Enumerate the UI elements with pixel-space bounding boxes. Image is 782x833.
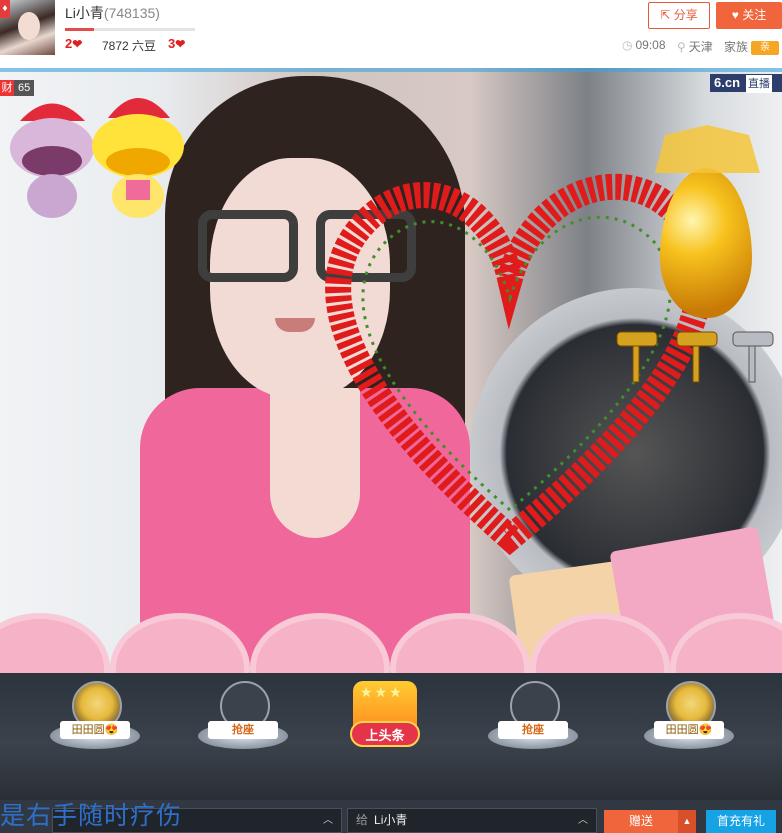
chat-marquee: 是右手随时疗伤 [0, 801, 183, 830]
share-label: 分享 [673, 8, 698, 22]
host-name: Li小青(748135) [65, 3, 160, 23]
first-recharge-button[interactable]: 首充有礼 [706, 810, 776, 833]
host-level-next: 3❤ [168, 36, 185, 51]
family-label: 家族 [724, 40, 749, 54]
hammers-icon[interactable] [615, 326, 775, 386]
clock-icon: ◷ [622, 38, 633, 52]
pink-cow-sticker [10, 103, 94, 218]
host-city: ⚲ 天津 [677, 38, 713, 55]
stars-icon: ★★★ [360, 685, 404, 701]
share-button[interactable]: ⇱ 分享 [648, 2, 710, 29]
family-badge: 亲 [751, 40, 780, 55]
recipient-prefix: 给 [356, 813, 369, 827]
follow-button[interactable]: ♥ 关注 [716, 2, 782, 29]
host-city-value: 天津 [688, 40, 713, 54]
chevron-down-icon: ︿ [578, 815, 588, 826]
video-stream[interactable]: 6.cn 直播 财 65 [0, 68, 782, 673]
host-family[interactable]: 家族亲 [724, 38, 780, 55]
send-gift-button[interactable]: 赠送 ▲ [604, 810, 696, 833]
host-level-current: 2❤ [65, 36, 82, 51]
live-tag: 直播 [746, 75, 773, 93]
live-room-page: ♦ Li小青(748135) 2❤ 7872 六豆 3❤ ⇱ 分享 ♥ 关注 ◷… [0, 0, 782, 833]
share-icon: ⇱ [660, 8, 671, 22]
site-logo: 6.cn 直播 [710, 74, 782, 93]
glasses-lens-left [198, 210, 298, 282]
seat-bar: 田田圆😍 抢座 ★★★ 上头条 抢座 田田圆😍 [0, 673, 782, 800]
send-gift-label: 赠送 [629, 814, 654, 828]
seat-2[interactable]: 抢座 [188, 673, 298, 800]
heart-icon: ❤ [72, 37, 83, 51]
grab-seat-label: 抢座 [208, 721, 278, 739]
heart-icon: ♥ [731, 8, 739, 22]
avatar-face [18, 12, 40, 40]
host-badge-icon: ♦ [0, 0, 10, 18]
wealth-icon: 财 [0, 80, 14, 96]
level-progress-bar [65, 28, 195, 31]
wealth-level-badge: 财 65 [0, 80, 35, 96]
level-progress-fill [65, 28, 94, 31]
chevron-down-icon: ︿ [323, 815, 333, 826]
host-avatar[interactable]: ♦ [0, 0, 55, 55]
seat-scallop-border [0, 613, 782, 673]
host-id: (748135) [103, 5, 160, 21]
host-name-text: Li小青 [65, 5, 104, 21]
chevron-up-icon[interactable]: ▲ [678, 810, 696, 833]
recipient-select[interactable]: 给 Li小青 ︿ [347, 808, 597, 833]
location-pin-icon: ⚲ [677, 40, 686, 54]
heart-icon: ❤ [175, 37, 186, 51]
headline-button[interactable]: ★★★ 上头条 [350, 681, 420, 761]
live-time-value: 09:08 [635, 38, 666, 52]
follow-label: 关注 [742, 8, 767, 22]
video-top-border [0, 68, 782, 72]
seat-4[interactable]: 抢座 [478, 673, 588, 800]
wealth-level: 65 [18, 82, 31, 94]
yellow-cow-sticker [92, 98, 184, 218]
room-header: ♦ Li小青(748135) 2❤ 7872 六豆 3❤ ⇱ 分享 ♥ 关注 ◷… [0, 0, 782, 68]
headline-label: 上头条 [350, 721, 420, 747]
guardian-badge-icon [655, 125, 760, 173]
site-logo-text: 6.cn [714, 75, 741, 90]
beans-count: 7872 六豆 [102, 39, 157, 53]
recipient-name: Li小青 [374, 813, 408, 827]
seat-1[interactable]: 田田圆😍 [40, 673, 150, 800]
seat-5[interactable]: 田田圆😍 [634, 673, 744, 800]
seat-label: 田田圆😍 [654, 721, 724, 739]
seat-label: 田田圆😍 [60, 721, 130, 739]
live-time: ◷ 09:08 [622, 38, 666, 52]
grab-seat-label: 抢座 [498, 721, 568, 739]
